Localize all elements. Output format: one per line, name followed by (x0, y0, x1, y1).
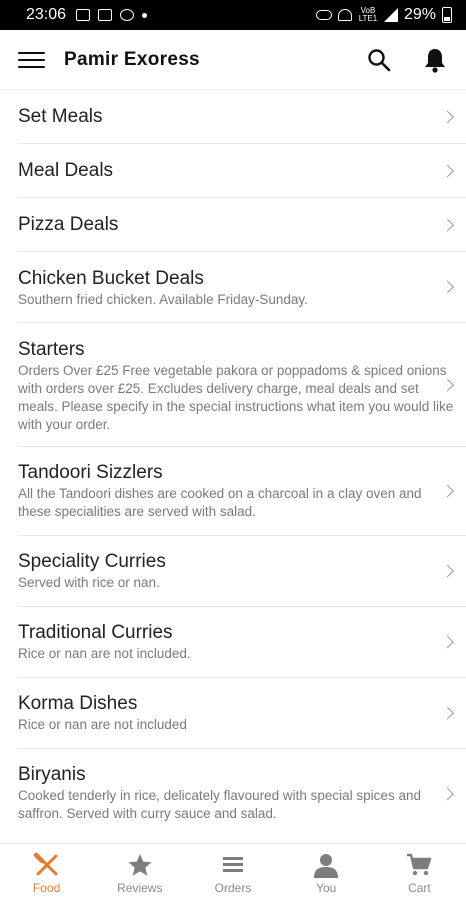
signal-icon (383, 8, 398, 22)
menu-item-korma-dishes[interactable]: Korma Dishes Rice or nan are not include… (18, 678, 466, 749)
chevron-right-icon (441, 706, 454, 720)
menu-item-title: Traditional Curries (18, 622, 173, 643)
menu-item-set-meals[interactable]: Set Meals (18, 90, 466, 144)
fork-knife-icon (33, 852, 58, 876)
menu-item-title: Tandoori Sizzlers (18, 462, 163, 483)
more-notifications-dot-icon (142, 12, 148, 18)
tab-you[interactable]: You (280, 844, 373, 900)
menu-item-title: Biryanis (18, 764, 86, 785)
notification-icons (76, 9, 148, 21)
tab-reviews[interactable]: Reviews (93, 844, 186, 900)
chevron-right-icon (441, 164, 454, 177)
menu-item-description: Southern fried chicken. Available Friday… (18, 292, 308, 307)
menu-item-description: All the Tandoori dishes are cooked on a … (18, 486, 422, 519)
tab-label: Food (32, 881, 61, 895)
chevron-right-icon (441, 280, 454, 294)
menu-item-title: Speciality Curries (18, 551, 166, 572)
status-time: 23:06 (26, 6, 67, 23)
star-icon (128, 854, 152, 876)
menu-item-description: Orders Over £25 Free vegetable pakora or… (18, 363, 454, 432)
tab-label: You (316, 881, 337, 895)
system-icons: VoB LTE1 29% (315, 6, 452, 24)
menu-item-tandoori-sizzlers[interactable]: Tandoori Sizzlers All the Tandoori dishe… (18, 447, 466, 536)
gallery-icon (76, 9, 91, 21)
menu-item-description: Rice or nan are not included (18, 717, 187, 732)
cart-icon (407, 853, 432, 876)
menu-item-description: Served with rice or nan. (18, 575, 160, 590)
menu-item-pizza-deals[interactable]: Pizza Deals (18, 198, 466, 252)
menu-item-description: Rice or nan are not included. (18, 646, 191, 661)
app-bar: Pamir Exoress (0, 30, 466, 90)
menu-item-title: Meal Deals (18, 160, 114, 181)
menu-category-list: Set Meals Meal Deals Pizza Deals Chicken… (0, 90, 466, 838)
chevron-right-icon (441, 110, 454, 123)
menu-item-traditional-curries[interactable]: Traditional Curries Rice or nan are not … (18, 607, 466, 678)
usb-icon (120, 9, 135, 21)
chevron-right-icon (441, 635, 454, 649)
bottom-navigation: Food Reviews Orders You Cart (0, 843, 466, 900)
list-icon (223, 857, 243, 872)
chevron-right-icon (441, 564, 454, 578)
menu-item-starters[interactable]: Starters Orders Over £25 Free vegetable … (18, 323, 466, 447)
battery-icon (442, 7, 452, 23)
menu-hamburger-icon[interactable] (18, 50, 46, 70)
menu-item-chicken-bucket-deals[interactable]: Chicken Bucket Deals Southern fried chic… (18, 252, 466, 323)
menu-item-title: Chicken Bucket Deals (18, 268, 204, 289)
search-icon (368, 48, 391, 71)
key-icon (315, 10, 332, 20)
tab-food[interactable]: Food (0, 844, 93, 900)
notifications-button[interactable] (422, 47, 448, 73)
tab-label: Cart (408, 881, 431, 895)
menu-item-meal-deals[interactable]: Meal Deals (18, 144, 466, 198)
menu-item-title: Korma Dishes (18, 693, 138, 714)
menu-item-biryanis[interactable]: Biryanis Cooked tenderly in rice, delica… (18, 749, 466, 838)
menu-item-title: Set Meals (18, 106, 103, 127)
status-bar: 23:06 VoB LTE1 29% (0, 0, 466, 30)
chevron-right-icon (441, 218, 454, 231)
person-icon (314, 854, 339, 878)
network-type-label: VoB LTE1 (358, 6, 378, 23)
search-button[interactable] (366, 47, 392, 73)
menu-item-description: Cooked tenderly in rice, delicately flav… (18, 788, 421, 821)
tab-orders[interactable]: Orders (186, 844, 279, 900)
menu-item-speciality-curries[interactable]: Speciality Curries Served with rice or n… (18, 536, 466, 607)
tab-label: Reviews (117, 881, 163, 895)
menu-item-title: Starters (18, 339, 85, 360)
tab-cart[interactable]: Cart (373, 844, 466, 900)
page-title: Pamir Exoress (64, 48, 200, 70)
bell-icon (425, 48, 445, 73)
screenshot-icon (98, 9, 113, 21)
battery-percent: 29% (403, 6, 436, 23)
menu-item-title: Pizza Deals (18, 214, 119, 235)
wifi-icon (337, 9, 352, 21)
tab-label: Orders (214, 881, 252, 895)
